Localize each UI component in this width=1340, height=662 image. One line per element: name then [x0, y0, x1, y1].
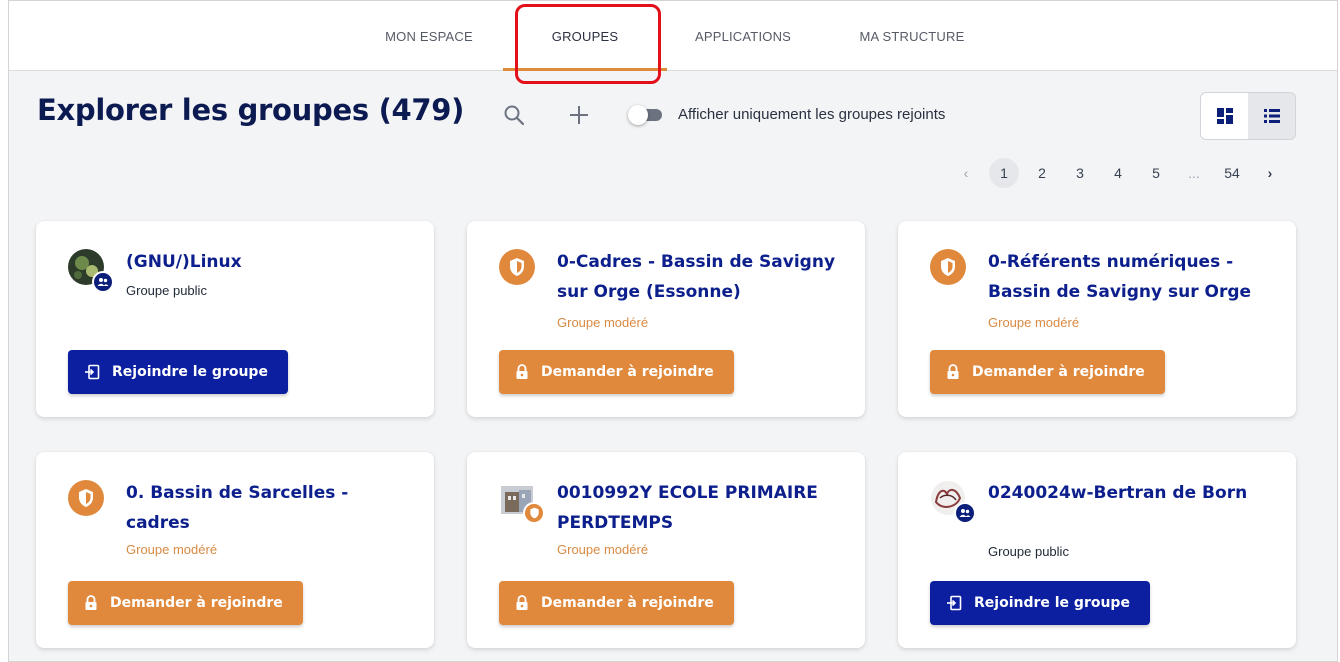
request-join-button[interactable]: Demander à rejoindre — [499, 350, 734, 394]
search-button[interactable] — [499, 100, 529, 130]
next-page-button[interactable]: › — [1255, 158, 1285, 188]
view-switch — [1200, 92, 1296, 140]
tab-ma-structure[interactable]: MA STRUCTURE — [839, 1, 985, 71]
pagination: ‹ 1 2 3 4 5 ... 54 › — [951, 158, 1293, 188]
join-group-button[interactable]: Rejoindre le groupe — [68, 350, 288, 394]
group-name[interactable]: 0. Bassin de Sarcelles - cadres — [126, 478, 416, 538]
group-type: Groupe public — [988, 544, 1069, 559]
button-label: Demander à rejoindre — [972, 364, 1145, 380]
lock-icon — [515, 364, 529, 380]
group-card: 0-Cadres - Bassin de Savigny sur Orge (E… — [467, 221, 865, 417]
group-card: 0. Bassin de Sarcelles - cadres Groupe m… — [36, 452, 434, 648]
page-button[interactable]: 54 — [1217, 158, 1247, 188]
page-title: Explorer les groupes (479) — [37, 93, 465, 127]
people-icon — [959, 509, 971, 517]
page-ellipsis: ... — [1188, 165, 1200, 181]
shield-icon — [510, 258, 524, 276]
lock-icon — [84, 595, 98, 611]
enter-icon — [946, 595, 962, 611]
moderated-group-avatar — [68, 480, 104, 516]
tab-applications[interactable]: APPLICATIONS — [671, 1, 815, 71]
lock-icon — [515, 595, 529, 611]
shield-icon — [941, 258, 955, 276]
grid-view-button[interactable] — [1201, 93, 1248, 139]
moderated-group-avatar — [499, 249, 535, 285]
group-card: 0240024w-Bertran de Born Groupe public R… — [898, 452, 1296, 648]
group-name[interactable]: (GNU/)Linux — [126, 247, 416, 277]
request-join-button[interactable]: Demander à rejoindre — [499, 581, 734, 625]
public-group-badge — [92, 271, 114, 293]
top-navigation: MON ESPACE GROUPES APPLICATIONS MA STRUC… — [9, 1, 1337, 71]
joined-only-toggle[interactable] — [628, 105, 664, 125]
lock-icon — [946, 364, 960, 380]
tab-mon-espace[interactable]: MON ESPACE — [353, 1, 505, 71]
group-card: 0-Référents numériques - Bassin de Savig… — [898, 221, 1296, 417]
request-join-button[interactable]: Demander à rejoindre — [68, 581, 303, 625]
shield-icon — [529, 507, 539, 519]
group-name[interactable]: 0010992Y ECOLE PRIMAIRE PERDTEMPS — [557, 478, 847, 538]
moderated-group-avatar — [930, 249, 966, 285]
enter-icon — [84, 364, 100, 380]
button-label: Demander à rejoindre — [541, 595, 714, 611]
prev-page-button[interactable]: ‹ — [951, 158, 981, 188]
group-type: Groupe modéré — [557, 315, 649, 330]
add-group-button[interactable] — [564, 100, 594, 130]
group-type: Groupe modéré — [988, 315, 1080, 330]
group-name[interactable]: 0-Cadres - Bassin de Savigny sur Orge (E… — [557, 247, 847, 307]
people-icon — [97, 278, 109, 286]
moderated-group-badge — [523, 502, 545, 524]
group-card: 0010992Y ECOLE PRIMAIRE PERDTEMPS Groupe… — [467, 452, 865, 648]
group-type: Groupe modéré — [557, 542, 649, 557]
page-button[interactable]: 5 — [1141, 158, 1171, 188]
shield-icon — [79, 489, 93, 507]
page-button[interactable]: 3 — [1065, 158, 1095, 188]
page-button[interactable]: 4 — [1103, 158, 1133, 188]
group-type: Groupe modéré — [126, 542, 218, 557]
joined-only-toggle-row: Afficher uniquement les groupes rejoints — [628, 105, 946, 125]
button-label: Rejoindre le groupe — [112, 364, 268, 380]
list-view-icon — [1263, 109, 1280, 123]
group-type: Groupe public — [126, 283, 207, 298]
highlight-annotation — [515, 4, 661, 84]
button-label: Demander à rejoindre — [110, 595, 283, 611]
grid-view-icon — [1216, 108, 1233, 124]
page-button[interactable]: 2 — [1027, 158, 1057, 188]
request-join-button[interactable]: Demander à rejoindre — [930, 350, 1165, 394]
public-group-badge — [954, 502, 976, 524]
page-button[interactable]: 1 — [989, 158, 1019, 188]
button-label: Demander à rejoindre — [541, 364, 714, 380]
list-view-button[interactable] — [1248, 93, 1295, 139]
group-name[interactable]: 0-Référents numériques - Bassin de Savig… — [988, 247, 1278, 307]
button-label: Rejoindre le groupe — [974, 595, 1130, 611]
group-card: (GNU/)Linux Groupe public Rejoindre le g… — [36, 221, 434, 417]
search-icon — [504, 105, 525, 126]
app-frame: MON ESPACE GROUPES APPLICATIONS MA STRUC… — [8, 0, 1338, 662]
plus-icon — [570, 106, 588, 124]
group-name[interactable]: 0240024w-Bertran de Born — [988, 478, 1278, 508]
toggle-label: Afficher uniquement les groupes rejoints — [678, 105, 946, 123]
join-group-button[interactable]: Rejoindre le groupe — [930, 581, 1150, 625]
